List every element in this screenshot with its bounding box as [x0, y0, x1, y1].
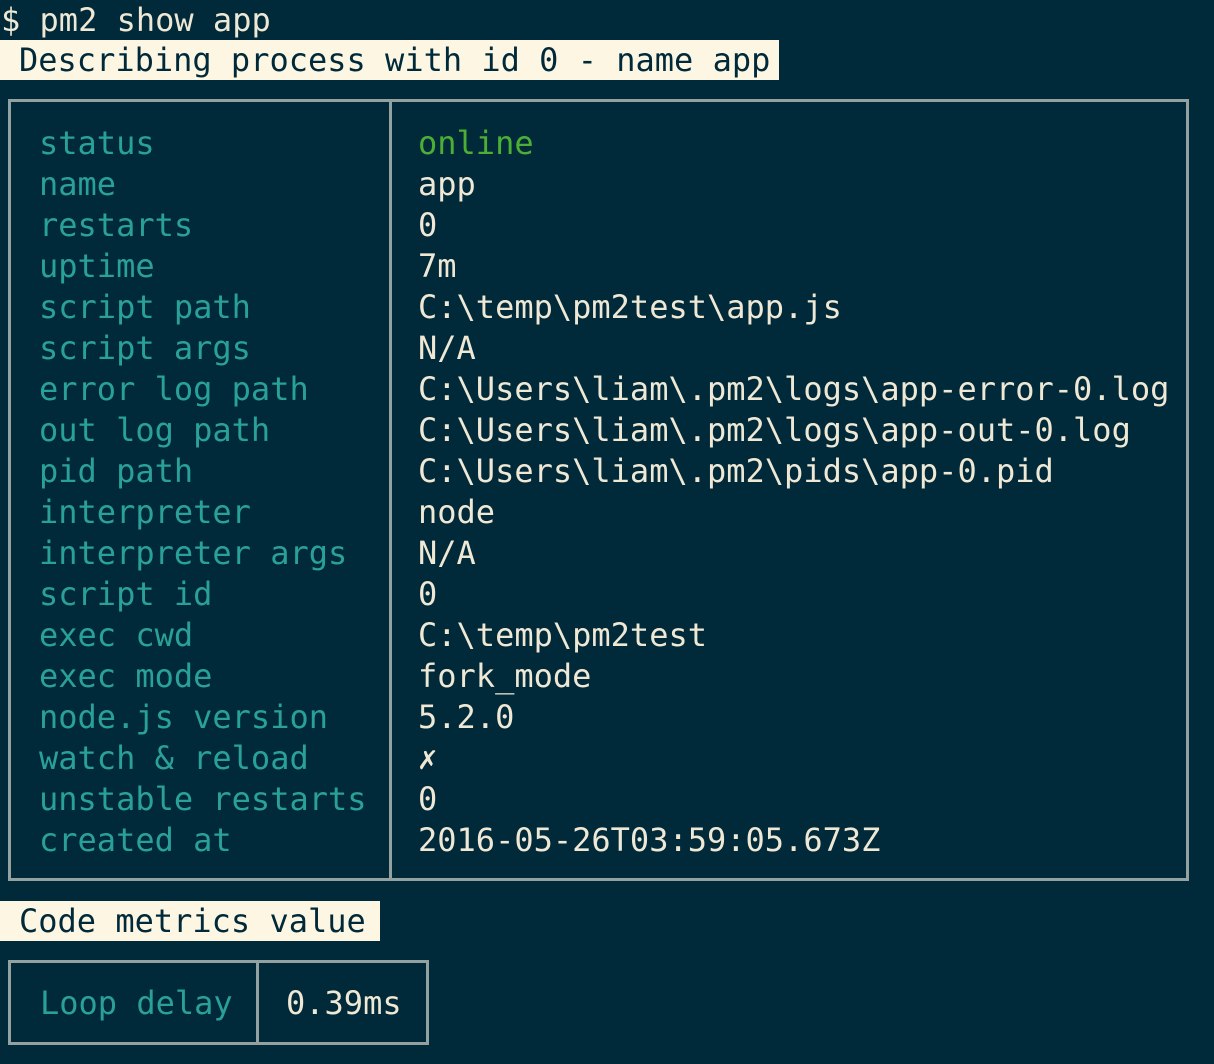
key-exec-mode: exec mode: [39, 657, 213, 695]
key-interpreter-args: interpreter args: [39, 534, 348, 572]
value-unstable-restarts: 0: [418, 780, 438, 818]
key-interpreter: interpreter: [39, 493, 251, 531]
key-uptime: uptime: [39, 247, 155, 285]
value-interpreter-args: N/A: [418, 534, 476, 572]
value-watch-reload-cross-icon: ✗: [418, 739, 438, 777]
describe-banner: Describing process with id 0 - name app: [0, 40, 779, 80]
key-status: status: [39, 124, 155, 162]
value-exec-cwd: C:\temp\pm2test: [418, 616, 707, 654]
value-restarts: 0: [418, 206, 438, 244]
key-script-path: script path: [39, 288, 251, 326]
key-loop-delay: Loop delay: [40, 984, 233, 1022]
key-exec-cwd: exec cwd: [39, 616, 194, 654]
value-created-at: 2016-05-26T03:59:05.673Z: [418, 821, 881, 859]
key-name: name: [39, 165, 117, 203]
code-metrics-table: Loop delay 0.39ms: [8, 960, 429, 1045]
key-unstable-restarts: unstable restarts: [39, 780, 367, 818]
key-nodejs-version: node.js version: [39, 698, 328, 736]
value-interpreter: node: [418, 493, 496, 531]
command-line: $ pm2 show app: [1, 1, 271, 39]
value-name: app: [418, 165, 476, 203]
value-uptime: 7m: [418, 247, 457, 285]
value-nodejs-version: 5.2.0: [418, 698, 515, 736]
value-out-log-path: C:\Users\liam\.pm2\logs\app-out-0.log: [418, 411, 1131, 449]
value-status: online: [418, 124, 534, 162]
key-watch-reload: watch & reload: [39, 739, 309, 777]
key-script-args: script args: [39, 329, 251, 367]
key-error-log-path: error log path: [39, 370, 309, 408]
metrics-banner: Code metrics value: [0, 901, 380, 941]
value-exec-mode: fork_mode: [418, 657, 592, 695]
value-script-path: C:\temp\pm2test\app.js: [418, 288, 842, 326]
column-divider: [256, 963, 259, 1042]
value-script-id: 0: [418, 575, 438, 613]
key-script-id: script id: [39, 575, 213, 613]
value-error-log-path: C:\Users\liam\.pm2\logs\app-error-0.log: [418, 370, 1170, 408]
value-pid-path: C:\Users\liam\.pm2\pids\app-0.pid: [418, 452, 1054, 490]
value-script-args: N/A: [418, 329, 476, 367]
key-created-at: created at: [39, 821, 232, 859]
key-out-log-path: out log path: [39, 411, 271, 449]
value-loop-delay: 0.39ms: [286, 984, 402, 1022]
key-pid-path: pid path: [39, 452, 194, 490]
column-divider: [389, 102, 392, 878]
process-details-table: status online name app restarts 0 uptime…: [8, 99, 1189, 881]
key-restarts: restarts: [39, 206, 194, 244]
